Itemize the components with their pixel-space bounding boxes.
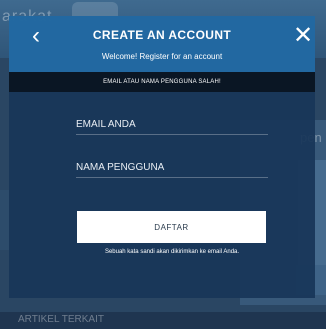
error-message: EMAIL ATAU NAMA PENGGUNA SALAH! [9,72,315,92]
chevron-left-icon[interactable]: ‹ [27,24,45,48]
username-field[interactable] [76,157,268,178]
modal-subtitle: Welcome! Register for an account [101,52,223,61]
username-input[interactable] [76,157,268,178]
modal-title: CREATE AN ACCOUNT [92,28,232,42]
background-footer-text: ARTIKEL TERKAIT [18,314,104,325]
email-field[interactable] [76,114,268,135]
register-modal: ‹ CREATE AN ACCOUNT ✕ Welcome! Register … [9,16,315,298]
password-info-text: Sebuah kata sandi akan dikirimkan ke ema… [104,249,240,255]
background-footer: ARTIKEL TERKAIT [0,312,326,329]
close-icon[interactable]: ✕ [293,24,313,48]
register-button[interactable]: DAFTAR [77,211,266,243]
email-input[interactable] [76,114,268,135]
